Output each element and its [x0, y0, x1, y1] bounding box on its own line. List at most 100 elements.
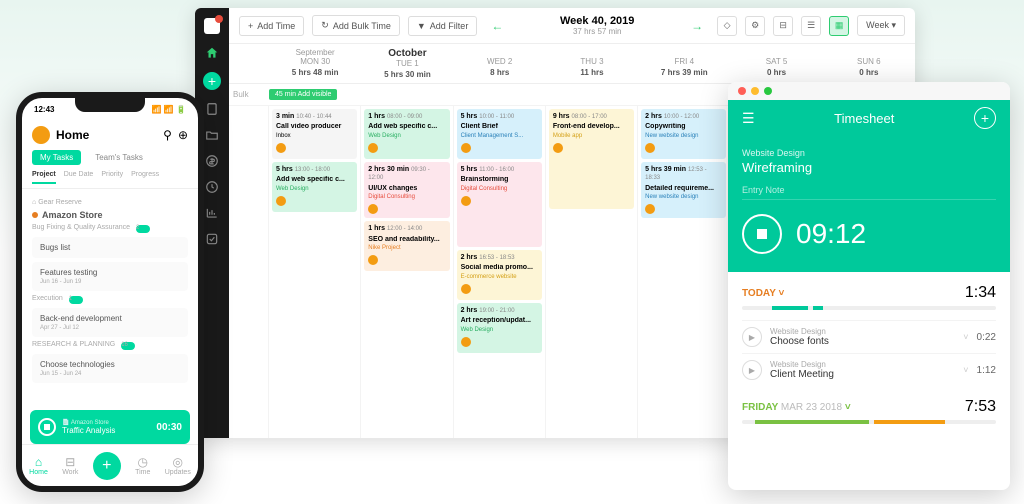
entry-task: Client Meeting — [770, 369, 955, 380]
gear-icon[interactable]: ⚙ — [745, 16, 765, 36]
week-display: Week 40, 2019 37 hrs 57 min — [517, 15, 677, 36]
day-label[interactable]: TODAY ˅ — [742, 288, 784, 299]
window-controls — [728, 82, 1010, 100]
time-block[interactable]: 2 hrs 10:00 - 12:00CopywritingNew websit… — [641, 109, 726, 159]
day-header: OctoberTUE 15 hrs 30 min — [361, 44, 453, 83]
day-label[interactable]: FRIDAY MAR 23 2018 ˅ — [742, 402, 851, 413]
time-block[interactable]: 2 hrs 30 min 09:30 - 12:00UI/UX changesD… — [364, 162, 449, 218]
running-entry: Website Design Wireframing Entry Note 09… — [728, 136, 1010, 272]
time-block[interactable]: 2 hrs 16:53 - 18:53Social media promo...… — [457, 250, 542, 300]
close-dot[interactable] — [738, 87, 746, 95]
entry-time: 0:22 — [977, 332, 996, 343]
time-block[interactable]: 2 hrs 19:00 - 21:00Art reception/updat..… — [457, 303, 542, 353]
time-block[interactable]: 9 hrs 08:00 - 17:00Front-end develop...M… — [549, 109, 634, 209]
task-card[interactable]: Features testingJun 16 - Jun 19 — [32, 262, 188, 291]
time-block[interactable]: 3 min 10:40 - 10:44Call video producerIn… — [272, 109, 357, 159]
entry-time: 1:12 — [977, 365, 996, 376]
task-card[interactable]: Bugs list — [32, 237, 188, 258]
running-timer[interactable]: 📄 Amazon Store Traffic Analysis 00:30 — [30, 410, 190, 444]
header-title: Timesheet — [834, 111, 894, 126]
week-subtitle: 37 hrs 57 min — [517, 27, 677, 36]
doc-icon[interactable] — [205, 102, 219, 116]
app-logo[interactable] — [204, 18, 220, 34]
avatar[interactable] — [32, 126, 50, 144]
clock-icon[interactable] — [205, 180, 219, 194]
view2-icon[interactable]: ☰ — [801, 16, 821, 36]
day-column: 1 hrs 08:00 - 09:00Add web specific c...… — [361, 106, 453, 438]
time-block[interactable]: 1 hrs 08:00 - 09:00Add web specific c...… — [364, 109, 449, 159]
day-header: WED 28 hrs — [454, 44, 546, 83]
play-icon[interactable]: ▶ — [742, 327, 762, 347]
add-entry-button[interactable]: + — [974, 107, 996, 129]
bulk-pill[interactable]: 45 min Add visible — [269, 89, 337, 100]
nav-time[interactable]: ◷Time — [135, 455, 150, 476]
nav-updates[interactable]: ◎Updates — [165, 455, 191, 476]
bulk-label: Bulk — [233, 90, 269, 99]
time-block[interactable]: 5 hrs 13:00 - 18:00Add web specific c...… — [272, 162, 357, 212]
search-icon[interactable]: ⚲ — [163, 128, 172, 142]
chevron-down-icon[interactable]: ˅ — [963, 365, 968, 375]
next-week-button[interactable]: → — [685, 19, 709, 33]
day-bar — [742, 306, 996, 310]
subtab-priority[interactable]: Priority — [101, 171, 123, 184]
add-filter-button[interactable]: ▼ Add Filter — [408, 16, 477, 36]
day-total: 1:34 — [965, 284, 996, 302]
time-block[interactable]: 5 hrs 10:00 - 11:00Client BriefClient Ma… — [457, 109, 542, 159]
maximize-dot[interactable] — [764, 87, 772, 95]
phone-subtabs: Project Due Date Priority Progress — [22, 171, 198, 189]
chevron-down-icon[interactable]: ˅ — [963, 332, 968, 342]
play-icon[interactable]: ▶ — [742, 360, 762, 380]
entry-note-input[interactable]: Entry Note — [742, 185, 996, 200]
section-label: ⌂ Gear Reserve — [32, 199, 188, 206]
chart-icon[interactable] — [205, 206, 219, 220]
subtab-project[interactable]: Project — [32, 171, 56, 184]
group-label: RESEARCH & PLANNING 16 — [32, 341, 188, 350]
view3-icon[interactable]: ▦ — [829, 16, 849, 36]
phone-notch — [75, 98, 145, 112]
check-icon[interactable] — [205, 232, 219, 246]
view1-icon[interactable]: ⊟ — [773, 16, 793, 36]
task-card[interactable]: Back-end developmentApr 27 - Jul 12 — [32, 308, 188, 337]
project-title[interactable]: Amazon Store — [32, 210, 188, 220]
day-column: 5 hrs 10:00 - 11:00Client BriefClient Ma… — [454, 106, 546, 438]
minimize-dot[interactable] — [751, 87, 759, 95]
time-block[interactable]: 5 hrs 39 min 12:53 - 18:33Detailed requi… — [641, 162, 726, 218]
day-column: 2 hrs 10:00 - 12:00CopywritingNew websit… — [638, 106, 730, 438]
running-time: 09:12 — [796, 218, 866, 250]
time-entry[interactable]: ▶ Website Design Client Meeting ˅ 1:12 — [742, 353, 996, 386]
phone-tabs: My Tasks Team's Tasks — [22, 150, 198, 171]
folder-icon[interactable] — [205, 128, 219, 142]
task-card[interactable]: Choose technologiesJun 15 - Jun 24 — [32, 354, 188, 383]
nav-home[interactable]: ⌂Home — [29, 455, 48, 476]
prev-week-button[interactable]: ← — [485, 19, 509, 33]
add-icon[interactable]: + — [203, 72, 221, 90]
timesheet-window: ☰ Timesheet + Website Design Wireframing… — [728, 82, 1010, 490]
day-total: 7:53 — [965, 398, 996, 416]
tab-mytasks[interactable]: My Tasks — [32, 150, 81, 165]
add-bulk-button[interactable]: ↻ Add Bulk Time — [312, 15, 400, 36]
period-select[interactable]: Week ▾ — [857, 15, 905, 36]
money-icon[interactable] — [205, 154, 219, 168]
calendar-days-header: SeptemberMON 305 hrs 48 minOctoberTUE 15… — [229, 44, 915, 84]
entry-task: Choose fonts — [770, 336, 955, 347]
nav-work[interactable]: ⊟Work — [62, 455, 78, 476]
running-project: Website Design — [742, 148, 996, 158]
add-icon[interactable]: ⊕ — [178, 128, 188, 142]
nav-add[interactable]: + — [93, 452, 121, 480]
day-header: FRI 47 hrs 39 min — [638, 44, 730, 83]
time-block[interactable]: 1 hrs 12:00 - 14:00SEO and readability..… — [364, 221, 449, 271]
stop-timer-button[interactable] — [742, 214, 782, 254]
subtab-progress[interactable]: Progress — [131, 171, 159, 184]
time-block[interactable]: 5 hrs 11:00 - 16:00BrainstormingDigital … — [457, 162, 542, 247]
add-time-button[interactable]: + Add Time — [239, 16, 304, 36]
entry-project: Website Design — [770, 360, 955, 369]
diamond-icon[interactable]: ◇ — [717, 16, 737, 36]
calendar-toolbar: + Add Time ↻ Add Bulk Time ▼ Add Filter … — [229, 8, 915, 44]
time-entry[interactable]: ▶ Website Design Choose fonts ˅ 0:22 — [742, 320, 996, 353]
status-clock: 12:43 — [34, 105, 54, 114]
stop-button[interactable] — [38, 418, 56, 436]
menu-icon[interactable]: ☰ — [742, 110, 755, 127]
subtab-duedate[interactable]: Due Date — [64, 171, 94, 184]
home-icon[interactable] — [205, 46, 219, 60]
tab-teamtasks[interactable]: Team's Tasks — [87, 150, 151, 165]
